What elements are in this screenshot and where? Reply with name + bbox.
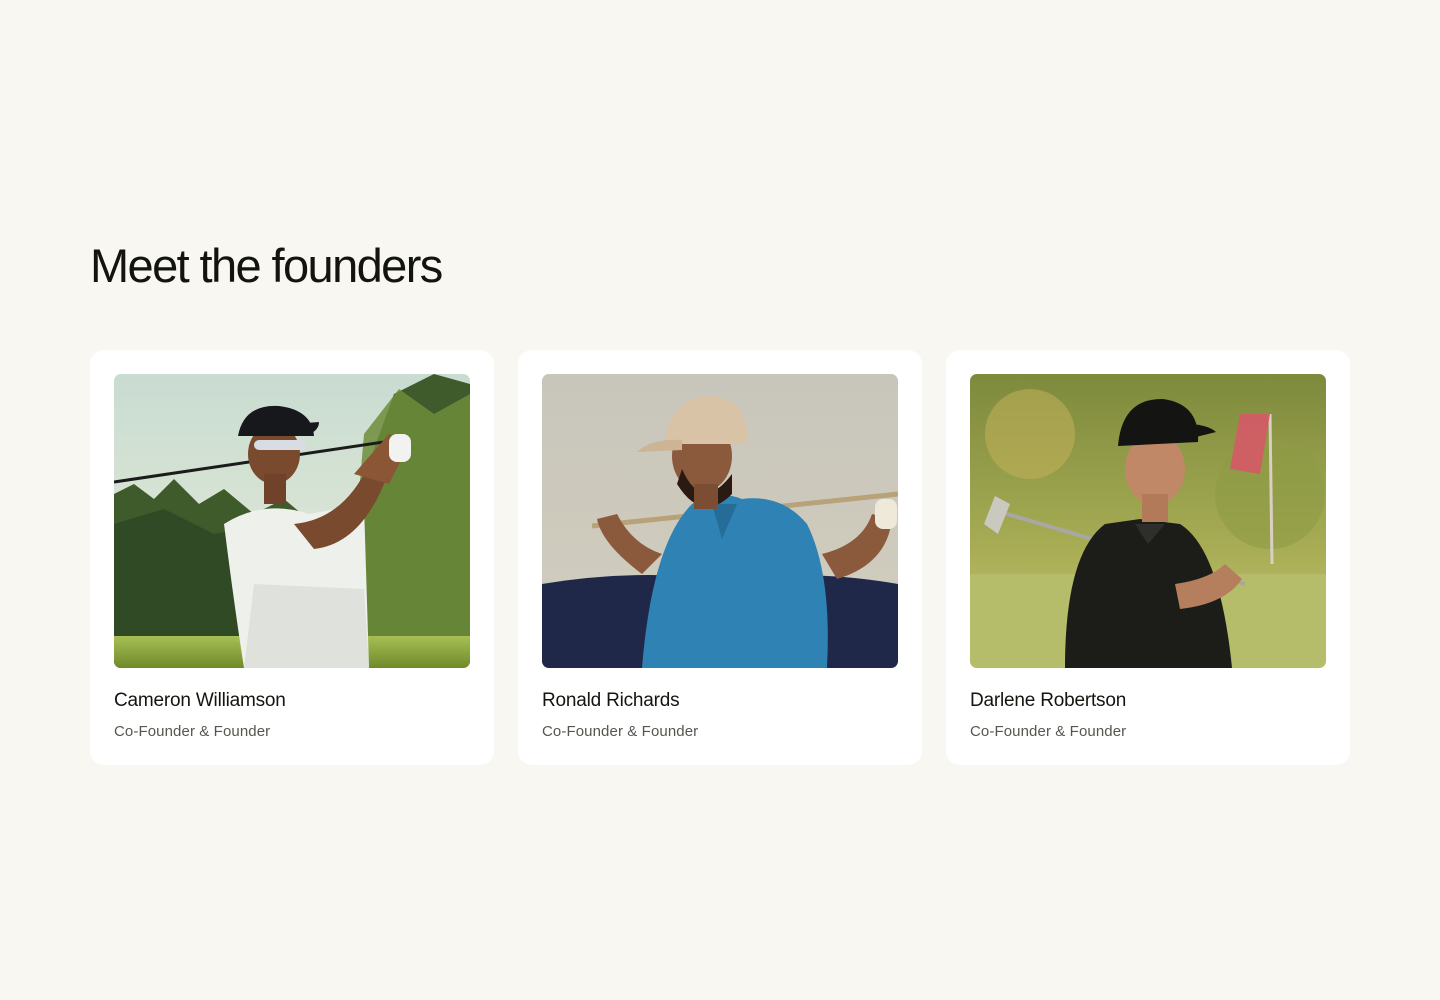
founder-photo bbox=[970, 374, 1326, 668]
founder-card: Darlene Robertson Co-Founder & Founder bbox=[946, 350, 1350, 765]
founder-card: Cameron Williamson Co-Founder & Founder bbox=[90, 350, 494, 765]
founder-name: Darlene Robertson bbox=[970, 690, 1127, 711]
golfer-holding-club-photo bbox=[970, 374, 1326, 668]
founder-name: Ronald Richards bbox=[542, 690, 680, 711]
founder-role: Co-Founder & Founder bbox=[970, 723, 1127, 740]
founder-photo bbox=[114, 374, 470, 668]
golfer-club-on-shoulders-photo bbox=[542, 374, 898, 668]
golfer-swing-photo bbox=[114, 374, 470, 668]
founder-photo bbox=[542, 374, 898, 668]
founders-section: Meet the founders Cameron Williamson Co-… bbox=[90, 0, 1350, 1000]
founder-name: Cameron Williamson bbox=[114, 690, 286, 711]
founders-list: Cameron Williamson Co-Founder & Founder bbox=[90, 350, 1350, 765]
section-title: Meet the founders bbox=[90, 239, 443, 292]
founder-role: Co-Founder & Founder bbox=[542, 723, 699, 740]
founder-card: Ronald Richards Co-Founder & Founder bbox=[518, 350, 922, 765]
founder-role: Co-Founder & Founder bbox=[114, 723, 271, 740]
